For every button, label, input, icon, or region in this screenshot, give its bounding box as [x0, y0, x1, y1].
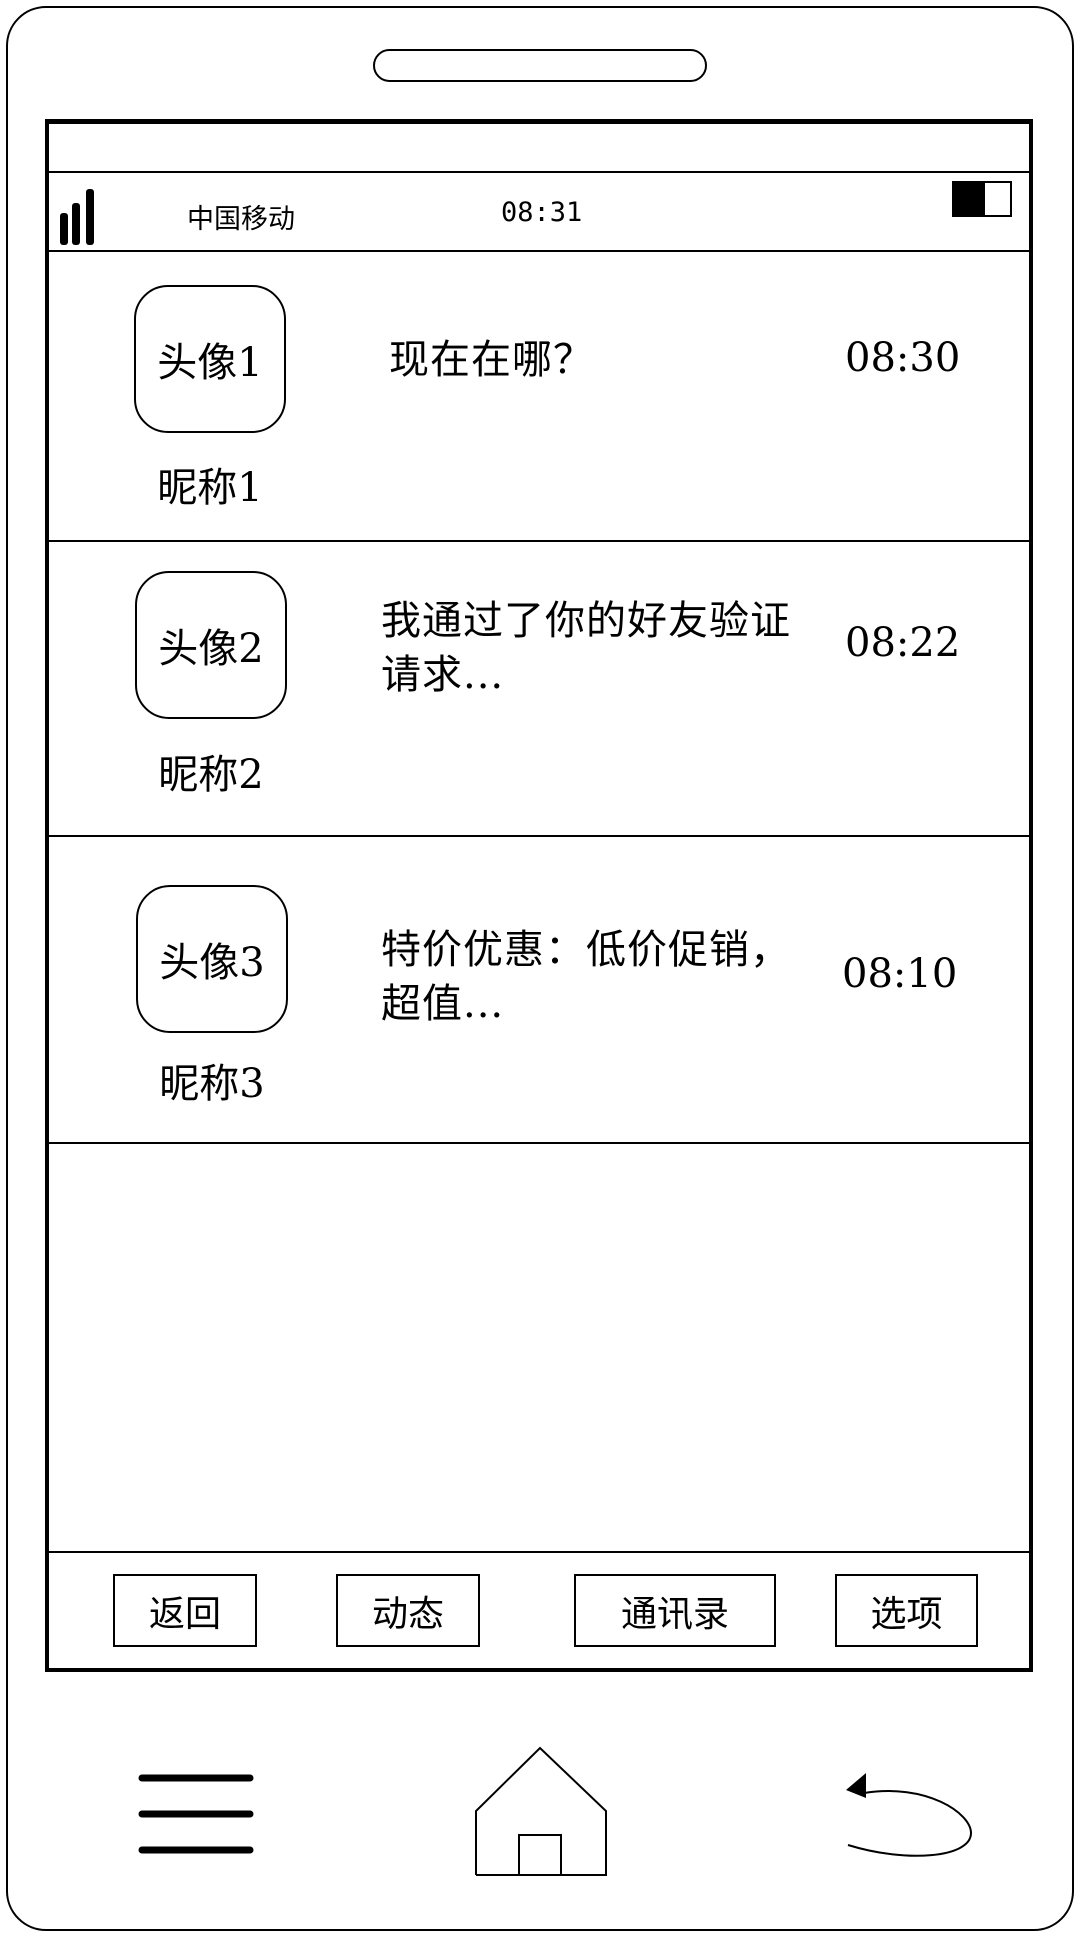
status-bar: 中国移动 08:31 [49, 173, 1029, 253]
message-time: 08:30 [845, 335, 961, 381]
message-preview: 特价优惠：低价促销，超值... [381, 927, 791, 1027]
status-time: 08:31 [501, 197, 583, 228]
avatar[interactable]: 头像1 [134, 285, 286, 433]
battery-icon [952, 181, 1012, 217]
back-icon[interactable] [846, 1773, 981, 1863]
nickname: 昵称3 [159, 1061, 265, 1107]
home-icon[interactable] [472, 1745, 612, 1880]
avatar[interactable]: 头像2 [135, 571, 287, 719]
message-time: 08:22 [845, 620, 961, 666]
avatar[interactable]: 头像3 [136, 885, 288, 1033]
bottom-bar: 返回 动态 通讯录 选项 [49, 1553, 1029, 1668]
message-time: 08:10 [842, 951, 958, 997]
list-item[interactable]: 头像2 昵称2 我通过了你的好友验证请求... 08:22 [49, 542, 1029, 835]
menu-icon[interactable] [136, 1770, 256, 1860]
list-item[interactable]: 头像3 昵称3 特价优惠：低价促销，超值... 08:10 [49, 837, 1029, 1142]
signal-bars-icon [49, 173, 109, 253]
list-item[interactable]: 头像1 昵称1 现在在哪？ 08:30 [49, 252, 1029, 540]
message-preview: 现在在哪？ [389, 337, 594, 383]
moments-button[interactable]: 动态 [336, 1574, 480, 1647]
contacts-button[interactable]: 通讯录 [574, 1574, 776, 1647]
phone-speaker [373, 49, 707, 82]
conversation-list: 头像1 昵称1 现在在哪？ 08:30 头像2 昵称2 我通过了你的好友验证请求… [49, 252, 1029, 1145]
options-button[interactable]: 选项 [835, 1574, 978, 1647]
row-divider [49, 1142, 1029, 1144]
carrier-name: 中国移动 [187, 204, 295, 235]
back-button[interactable]: 返回 [113, 1574, 257, 1647]
nickname: 昵称2 [158, 752, 264, 798]
nickname: 昵称1 [157, 465, 263, 511]
message-preview: 我通过了你的好友验证请求... [381, 598, 791, 698]
phone-screen: 中国移动 08:31 头像1 昵称1 现在在哪？ 08:30 头像2 昵称2 我… [45, 119, 1033, 1672]
